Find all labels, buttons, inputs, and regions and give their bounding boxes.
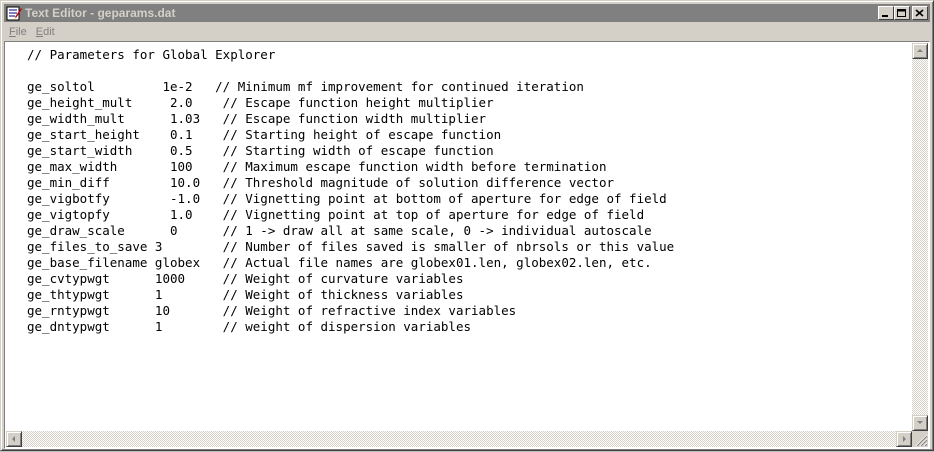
editor-content[interactable]: // Parameters for Global Explorer ge_sol… (6, 43, 912, 335)
arrow-up-icon (917, 49, 923, 52)
editor-frame: // Parameters for Global Explorer ge_sol… (4, 41, 930, 449)
arrow-down-icon (917, 421, 923, 424)
maximize-icon (897, 9, 906, 17)
horizontal-scrollbar[interactable] (6, 431, 912, 447)
scroll-up-button[interactable] (912, 43, 928, 59)
text-editor-icon (6, 6, 22, 21)
maximize-button[interactable] (894, 6, 910, 20)
resize-grip-icon (915, 434, 928, 447)
menu-edit-accelerator: E (35, 25, 44, 38)
scroll-right-button[interactable] (896, 431, 912, 447)
window-controls (878, 6, 928, 20)
minimize-icon (882, 15, 888, 17)
menu-bar: File Edit (4, 23, 930, 40)
vertical-scrollbar[interactable] (912, 43, 928, 431)
arrow-right-icon (903, 436, 906, 442)
menu-edit-label: dit (43, 25, 55, 38)
menu-edit[interactable]: Edit (31, 26, 59, 38)
menu-file[interactable]: File (4, 26, 31, 38)
size-grip[interactable] (912, 431, 928, 447)
menu-file-label: ile (15, 25, 27, 38)
close-button[interactable] (912, 6, 928, 20)
scroll-down-button[interactable] (912, 415, 928, 431)
close-icon (915, 9, 924, 17)
arrow-left-icon (12, 436, 15, 442)
menu-file-accelerator: F (9, 25, 16, 38)
title-bar[interactable]: Text Editor - geparams.dat (4, 4, 930, 22)
window-title: Text Editor - geparams.dat (25, 6, 176, 20)
text-editor-window: Text Editor - geparams.dat File Edit // … (0, 0, 934, 451)
text-area[interactable]: // Parameters for Global Explorer ge_sol… (6, 43, 912, 431)
scroll-left-button[interactable] (6, 431, 22, 447)
minimize-button[interactable] (878, 6, 894, 20)
